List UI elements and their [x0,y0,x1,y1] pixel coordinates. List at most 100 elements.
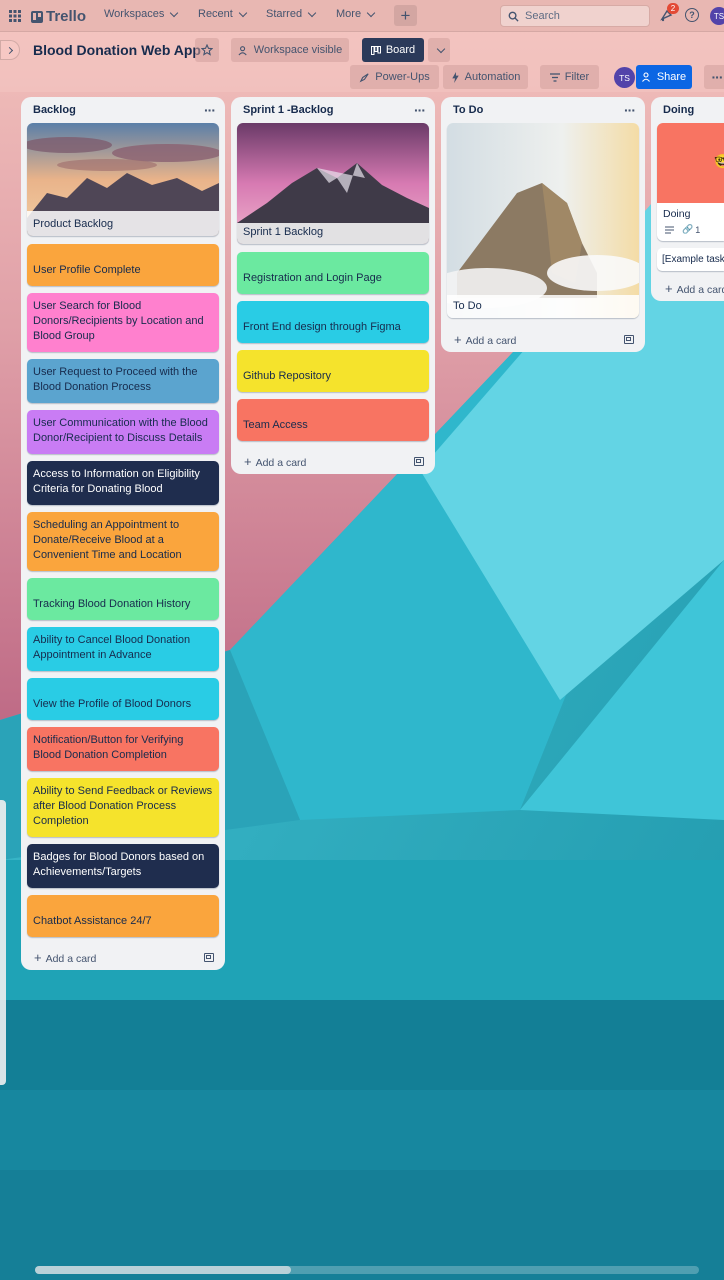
filter-icon [549,72,560,82]
list-menu-icon[interactable]: ··· [414,102,426,118]
add-card-label: Add a card [45,952,97,965]
plus-icon: + [34,949,42,965]
nav-starred-label: Starred [266,8,303,20]
card-doing[interactable]: 🤓 Doing 🔗 1 [657,123,724,241]
list-backlog: Backlog ··· Product Backlog User Profile… [21,97,225,970]
add-card-button[interactable]: + Add a card [34,950,96,965]
card-badges: 🔗 1 [657,222,724,241]
share-label: Share [656,71,687,83]
card[interactable]: View the Profile of Blood Donors [27,678,219,720]
view-switcher-button[interactable] [428,38,450,62]
board-view-label: Board [385,44,416,56]
add-card-button[interactable]: + Add a card [244,454,306,469]
power-ups-button[interactable]: Power-Ups [350,65,439,89]
plus-icon: + [454,331,462,347]
add-card-button[interactable]: + Add a card [665,281,724,296]
card-cover[interactable]: Sprint 1 Backlog [237,123,429,244]
search-icon [508,11,519,22]
card[interactable]: User Communication with the Blood Donor/… [27,410,219,454]
top-nav: Trello Workspaces Recent Starred More + … [0,0,724,32]
paperclip-icon: 🔗 [682,224,694,234]
visibility-label: Workspace visible [253,44,343,56]
help-icon[interactable]: ? [685,8,699,22]
board-menu-button[interactable]: ··· [704,65,724,89]
card[interactable]: Notification/Button for Verifying Blood … [27,727,219,771]
add-card-label: Add a card [255,456,307,469]
attachment-count: 1 [695,224,701,235]
card[interactable]: Chatbot Assistance 24/7 [27,895,219,937]
add-card-row: + Add a card [447,326,639,352]
list-title[interactable]: To Do [453,104,483,116]
left-edge-panel [0,800,6,1085]
card[interactable]: Github Repository [237,350,429,392]
lightning-icon [451,71,459,83]
list-title[interactable]: Doing [663,104,694,116]
card-template-icon[interactable] [414,456,424,466]
card[interactable]: Access to Information on Eligibility Cri… [27,461,219,505]
filter-button[interactable]: Filter [540,65,599,89]
card[interactable]: Front End design through Figma [237,301,429,343]
create-button[interactable]: + [394,5,417,26]
card[interactable]: User Request to Proceed with the Blood D… [27,359,219,403]
list-menu-icon[interactable]: ··· [204,102,216,118]
attachment-badge: 🔗 1 [682,224,700,235]
card[interactable]: User Profile Complete [27,244,219,286]
cover-card-title: Sprint 1 Backlog [243,226,324,238]
star-board-button[interactable] [195,38,219,62]
nav-workspaces-button[interactable]: Workspaces [104,8,179,20]
card[interactable]: Ability to Cancel Blood Donation Appoint… [27,627,219,671]
cover-card-title: To Do [453,300,482,312]
list-header: To Do ··· [447,97,639,123]
nav-more-label: More [336,8,362,20]
board-view-button[interactable]: Board [362,38,424,62]
add-card-label: Add a card [676,283,724,296]
search-input[interactable]: Search [500,5,650,27]
card[interactable]: Registration and Login Page [237,252,429,294]
power-ups-label: Power-Ups [375,71,430,83]
filter-label: Filter [564,71,590,83]
card-template-icon[interactable] [204,952,214,962]
automation-button[interactable]: Automation [443,65,528,89]
add-card-label: Add a card [465,334,517,347]
member-avatar[interactable]: TS [614,67,635,88]
automation-label: Automation [464,71,521,83]
chevron-down-icon [436,44,445,53]
cover-card-title: Product Backlog [33,218,114,230]
card-cover[interactable]: To Do [447,123,639,318]
plus-icon: + [400,5,411,25]
list-to-do: To Do ··· To Do + Add a card [441,97,645,352]
board-title[interactable]: Blood Donation Web App [33,42,201,58]
rocket-icon [359,72,369,82]
card[interactable]: Tracking Blood Donation History [27,578,219,620]
board-view-icon [370,45,381,55]
add-card-row: + Add a card [237,448,429,474]
list-menu-icon[interactable]: ··· [624,102,636,118]
trello-logo[interactable]: Trello [31,8,86,25]
add-card-button[interactable]: + Add a card [454,332,516,347]
nav-recent-label: Recent [198,8,233,20]
card-cover[interactable]: Product Backlog [27,123,219,236]
card[interactable]: [Example task] [657,248,724,271]
chevron-down-icon [366,8,376,17]
card-template-icon[interactable] [624,334,634,344]
horizontal-scrollbar-thumb[interactable] [35,1266,291,1274]
nav-starred-button[interactable]: Starred [266,8,317,20]
card[interactable]: User Search for Blood Donors/Recipients … [27,293,219,352]
nav-more-button[interactable]: More [336,8,376,20]
chevron-down-icon [307,8,317,17]
nav-recent-button[interactable]: Recent [198,8,248,20]
visibility-button[interactable]: Workspace visible [231,38,349,62]
card[interactable]: Team Access [237,399,429,441]
card[interactable]: Scheduling an Appointment to Donate/Rece… [27,512,219,571]
share-button[interactable]: Share [636,65,692,89]
user-avatar[interactable]: TS [710,7,724,25]
brand-name: Trello [46,8,87,25]
card[interactable]: Ability to Send Feedback or Reviews afte… [27,778,219,837]
apps-grid-icon[interactable] [8,9,22,23]
list-title[interactable]: Sprint 1 -Backlog [243,104,333,116]
card[interactable]: Badges for Blood Donors based on Achieve… [27,844,219,888]
notification-count-badge: 2 [667,3,679,14]
list-title[interactable]: Backlog [33,104,76,116]
star-icon [201,44,213,56]
sidebar-expand-button[interactable] [0,40,20,60]
